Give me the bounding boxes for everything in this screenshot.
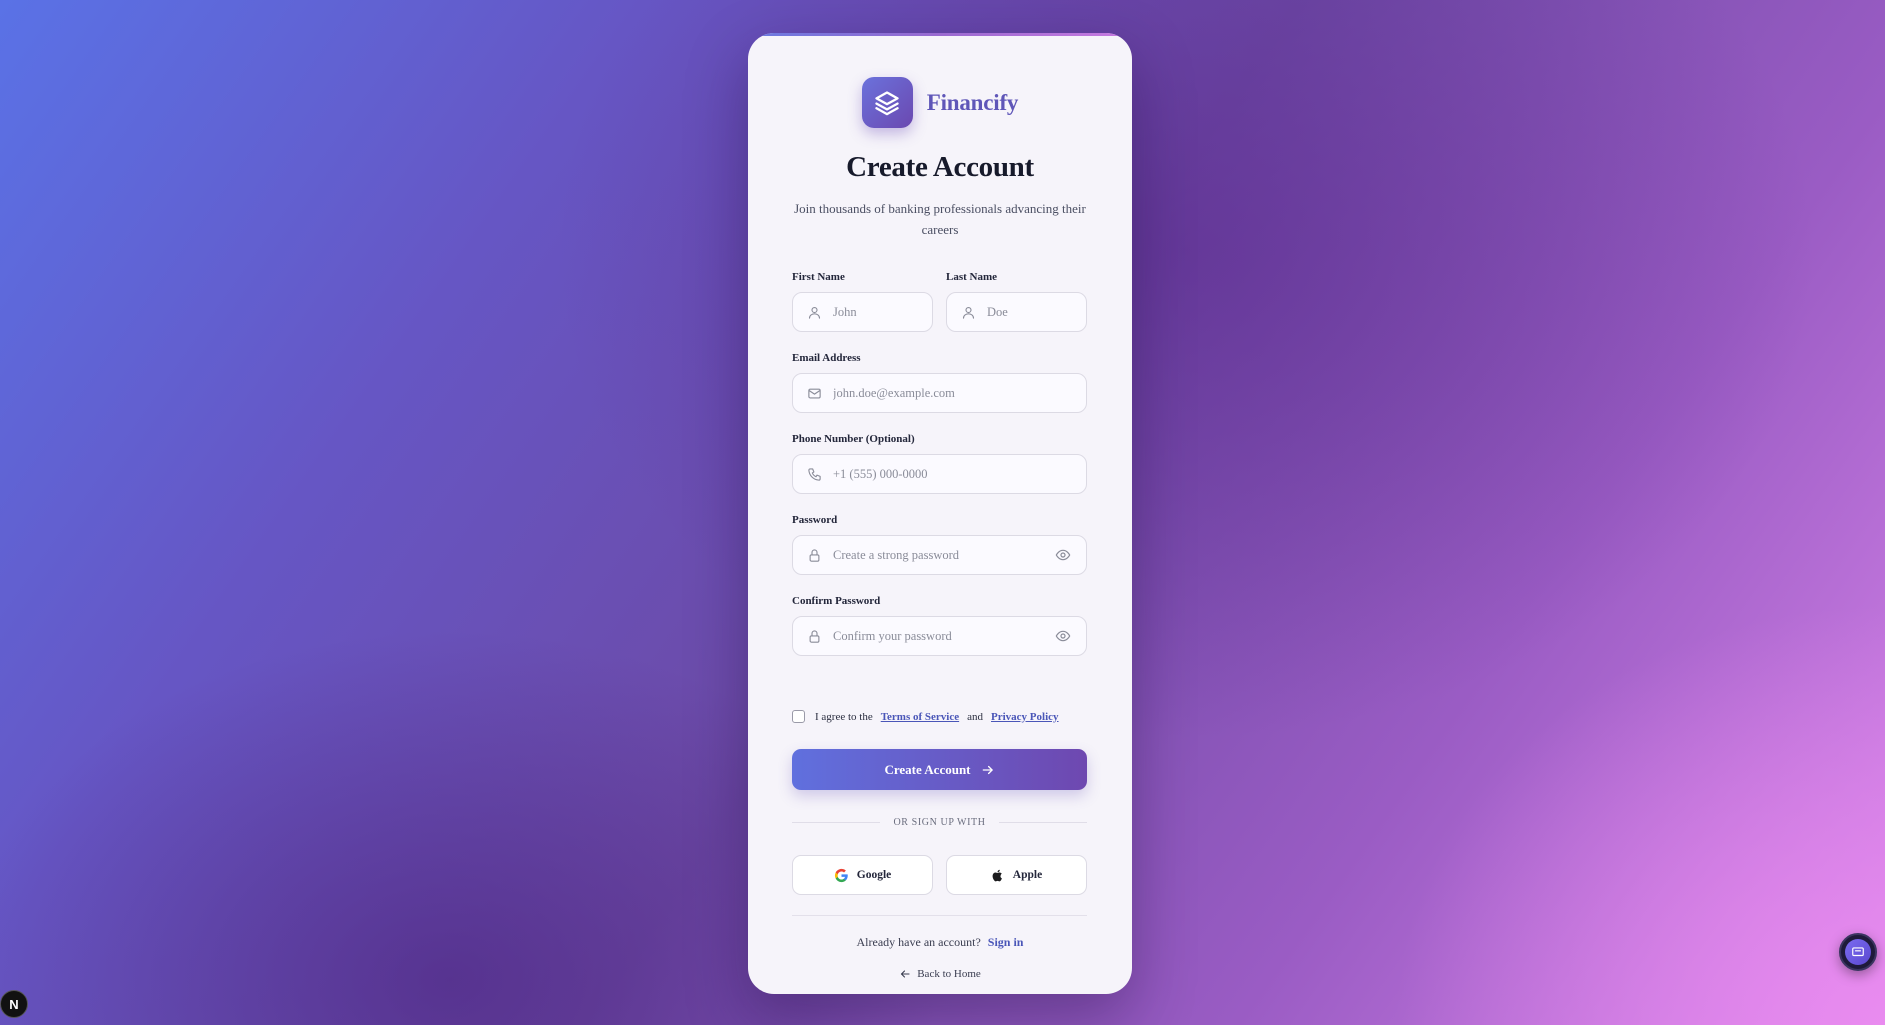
dev-tools-badge[interactable]: N (0, 990, 28, 1018)
divider-text: OR SIGN UP WITH (893, 817, 986, 828)
already-have-account-text: Already have an account? (856, 935, 981, 949)
email-input[interactable] (833, 385, 1086, 401)
mail-icon (806, 385, 822, 401)
footer-separator (792, 915, 1087, 916)
signin-prompt: Already have an account? Sign in (748, 935, 1132, 950)
apple-icon (992, 869, 1002, 881)
terms-checkbox[interactable] (792, 710, 805, 723)
apple-label: Apple (1012, 869, 1043, 881)
lock-icon (806, 547, 822, 563)
layers-icon (875, 90, 899, 115)
agree-and: and (967, 710, 984, 723)
password-field[interactable] (792, 535, 1087, 575)
agree-prefix: I agree to the (815, 710, 873, 723)
arrow-right-icon (982, 765, 993, 774)
email-label: Email Address (792, 352, 861, 364)
chat-widget-button[interactable] (1839, 933, 1877, 971)
divider-line (998, 822, 1087, 823)
divider-line (792, 822, 881, 823)
email-field[interactable] (792, 373, 1087, 413)
phone-input[interactable] (833, 466, 1086, 482)
password-label: Password (792, 514, 838, 526)
brand-name: Financify (926, 89, 1019, 115)
social-divider: OR SIGN UP WITH (792, 817, 1087, 828)
chat-widget-icon (1845, 939, 1871, 965)
confirm-password-label: Confirm Password (792, 595, 881, 607)
card-accent-line (748, 33, 1132, 36)
google-label: Google (856, 869, 892, 881)
first-name-input[interactable] (833, 304, 932, 320)
google-icon (834, 868, 848, 882)
brand: Financify (748, 77, 1132, 128)
first-name-field[interactable] (792, 292, 933, 332)
terms-of-service-link[interactable]: Terms of Service (881, 711, 959, 723)
signup-card: Financify Create Account Join thousands … (748, 33, 1132, 994)
first-name-label: First Name (792, 271, 845, 283)
terms-agreement: I agree to the Terms of Service and Priv… (792, 710, 1067, 723)
create-account-button[interactable]: Create Account (792, 749, 1087, 790)
privacy-policy-link[interactable]: Privacy Policy (991, 711, 1059, 723)
user-icon (960, 304, 976, 320)
confirm-password-input[interactable] (833, 628, 1054, 644)
user-icon (806, 304, 822, 320)
eye-icon[interactable] (1054, 546, 1072, 564)
confirm-password-field[interactable] (792, 616, 1087, 656)
last-name-input[interactable] (987, 304, 1086, 320)
phone-field[interactable] (792, 454, 1087, 494)
back-to-home-label: Back to Home (917, 968, 981, 980)
last-name-label: Last Name (946, 271, 998, 283)
last-name-field[interactable] (946, 292, 1087, 332)
sign-in-link[interactable]: Sign in (988, 935, 1024, 949)
create-account-label: Create Account (884, 761, 971, 777)
eye-icon[interactable] (1054, 627, 1072, 645)
page-subtitle: Join thousands of banking professionals … (794, 201, 1086, 237)
apple-signup-button[interactable]: Apple (946, 855, 1087, 895)
phone-icon (806, 466, 822, 482)
logo (861, 77, 913, 128)
lock-icon (806, 628, 822, 644)
arrow-left-icon (901, 970, 910, 978)
google-signup-button[interactable]: Google (792, 855, 933, 895)
page-title: Create Account (846, 151, 1034, 183)
phone-label: Phone Number (Optional) (792, 433, 915, 445)
back-to-home-link[interactable]: Back to Home (748, 968, 1132, 980)
password-input[interactable] (833, 547, 1054, 563)
